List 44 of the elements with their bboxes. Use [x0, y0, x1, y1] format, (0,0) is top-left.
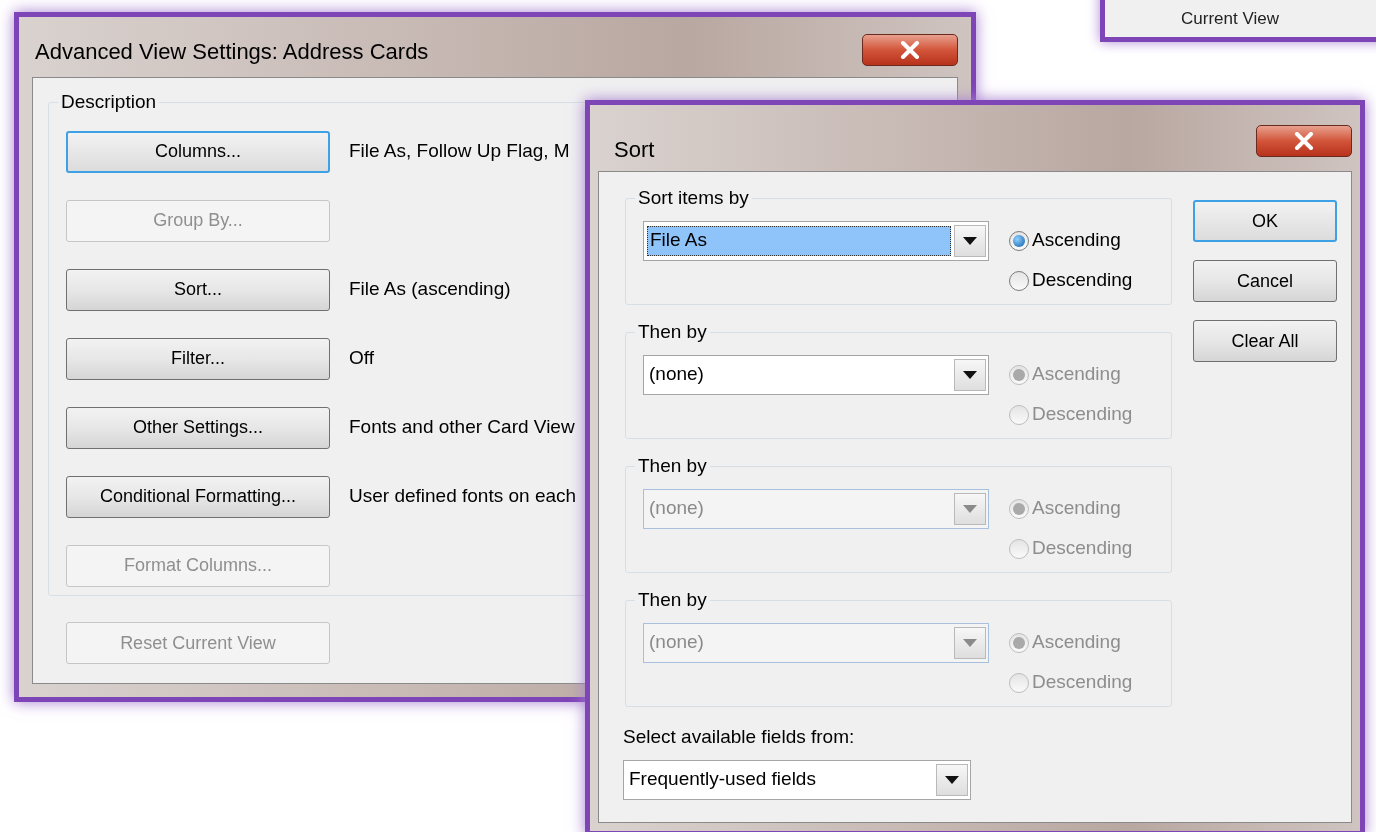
- radio-label: Ascending: [1032, 496, 1121, 521]
- close-button[interactable]: [862, 34, 958, 66]
- setting-summary: Fonts and other Card View: [349, 415, 575, 440]
- window-title: Sort: [614, 135, 655, 164]
- dialog-button[interactable]: Clear All: [1193, 320, 1337, 362]
- window-title: Advanced View Settings: Address Cards: [35, 37, 429, 66]
- radio-button[interactable]: [1009, 230, 1029, 251]
- radio-label: Descending: [1032, 268, 1133, 293]
- radio-label: Ascending: [1032, 228, 1121, 253]
- close-icon: [1294, 132, 1314, 150]
- caret-icon: [963, 370, 977, 379]
- group-label: Then by: [637, 320, 708, 344]
- caret-icon: [963, 236, 977, 245]
- setting-summary: Off: [349, 346, 374, 371]
- dialog-button[interactable]: Columns...: [66, 130, 330, 173]
- dialog-button[interactable]: Cancel: [1193, 260, 1337, 302]
- setting-summary: File As, Follow Up Flag, M: [349, 139, 570, 164]
- close-button[interactable]: [1256, 125, 1352, 157]
- radio-label: Ascending: [1032, 630, 1121, 655]
- radio-label: Descending: [1032, 536, 1133, 561]
- view-label: Current View: [1181, 7, 1279, 30]
- radio-label: Ascending: [1032, 362, 1121, 387]
- caret-icon: [963, 638, 977, 647]
- caret-icon: [963, 504, 977, 513]
- dialog-button[interactable]: Conditional Formatting...: [66, 475, 330, 518]
- radio-label: Descending: [1032, 670, 1133, 695]
- radio-label: Descending: [1032, 402, 1133, 427]
- caret-icon: [945, 775, 959, 784]
- radio-button[interactable]: [1009, 270, 1029, 291]
- setting-summary: User defined fonts on each: [349, 484, 577, 509]
- dropdown-field[interactable]: File As: [643, 220, 989, 261]
- close-icon: [900, 41, 920, 59]
- dialog-button[interactable]: OK: [1193, 200, 1337, 242]
- dialog-button[interactable]: Sort...: [66, 268, 330, 311]
- setting-summary: File As (ascending): [349, 277, 511, 302]
- group-label: Then by: [637, 588, 708, 612]
- dialog-button[interactable]: Other Settings...: [66, 406, 330, 449]
- dialog-button[interactable]: Filter...: [66, 337, 330, 380]
- group-label: Sort items by: [637, 186, 750, 210]
- group-label: Description: [60, 90, 158, 114]
- dropdown-field[interactable]: Frequently-used fields: [623, 759, 971, 800]
- group-label: Then by: [637, 454, 708, 478]
- dropdown-field[interactable]: (none): [643, 354, 989, 395]
- field-label: Select available fields from:: [623, 725, 856, 749]
